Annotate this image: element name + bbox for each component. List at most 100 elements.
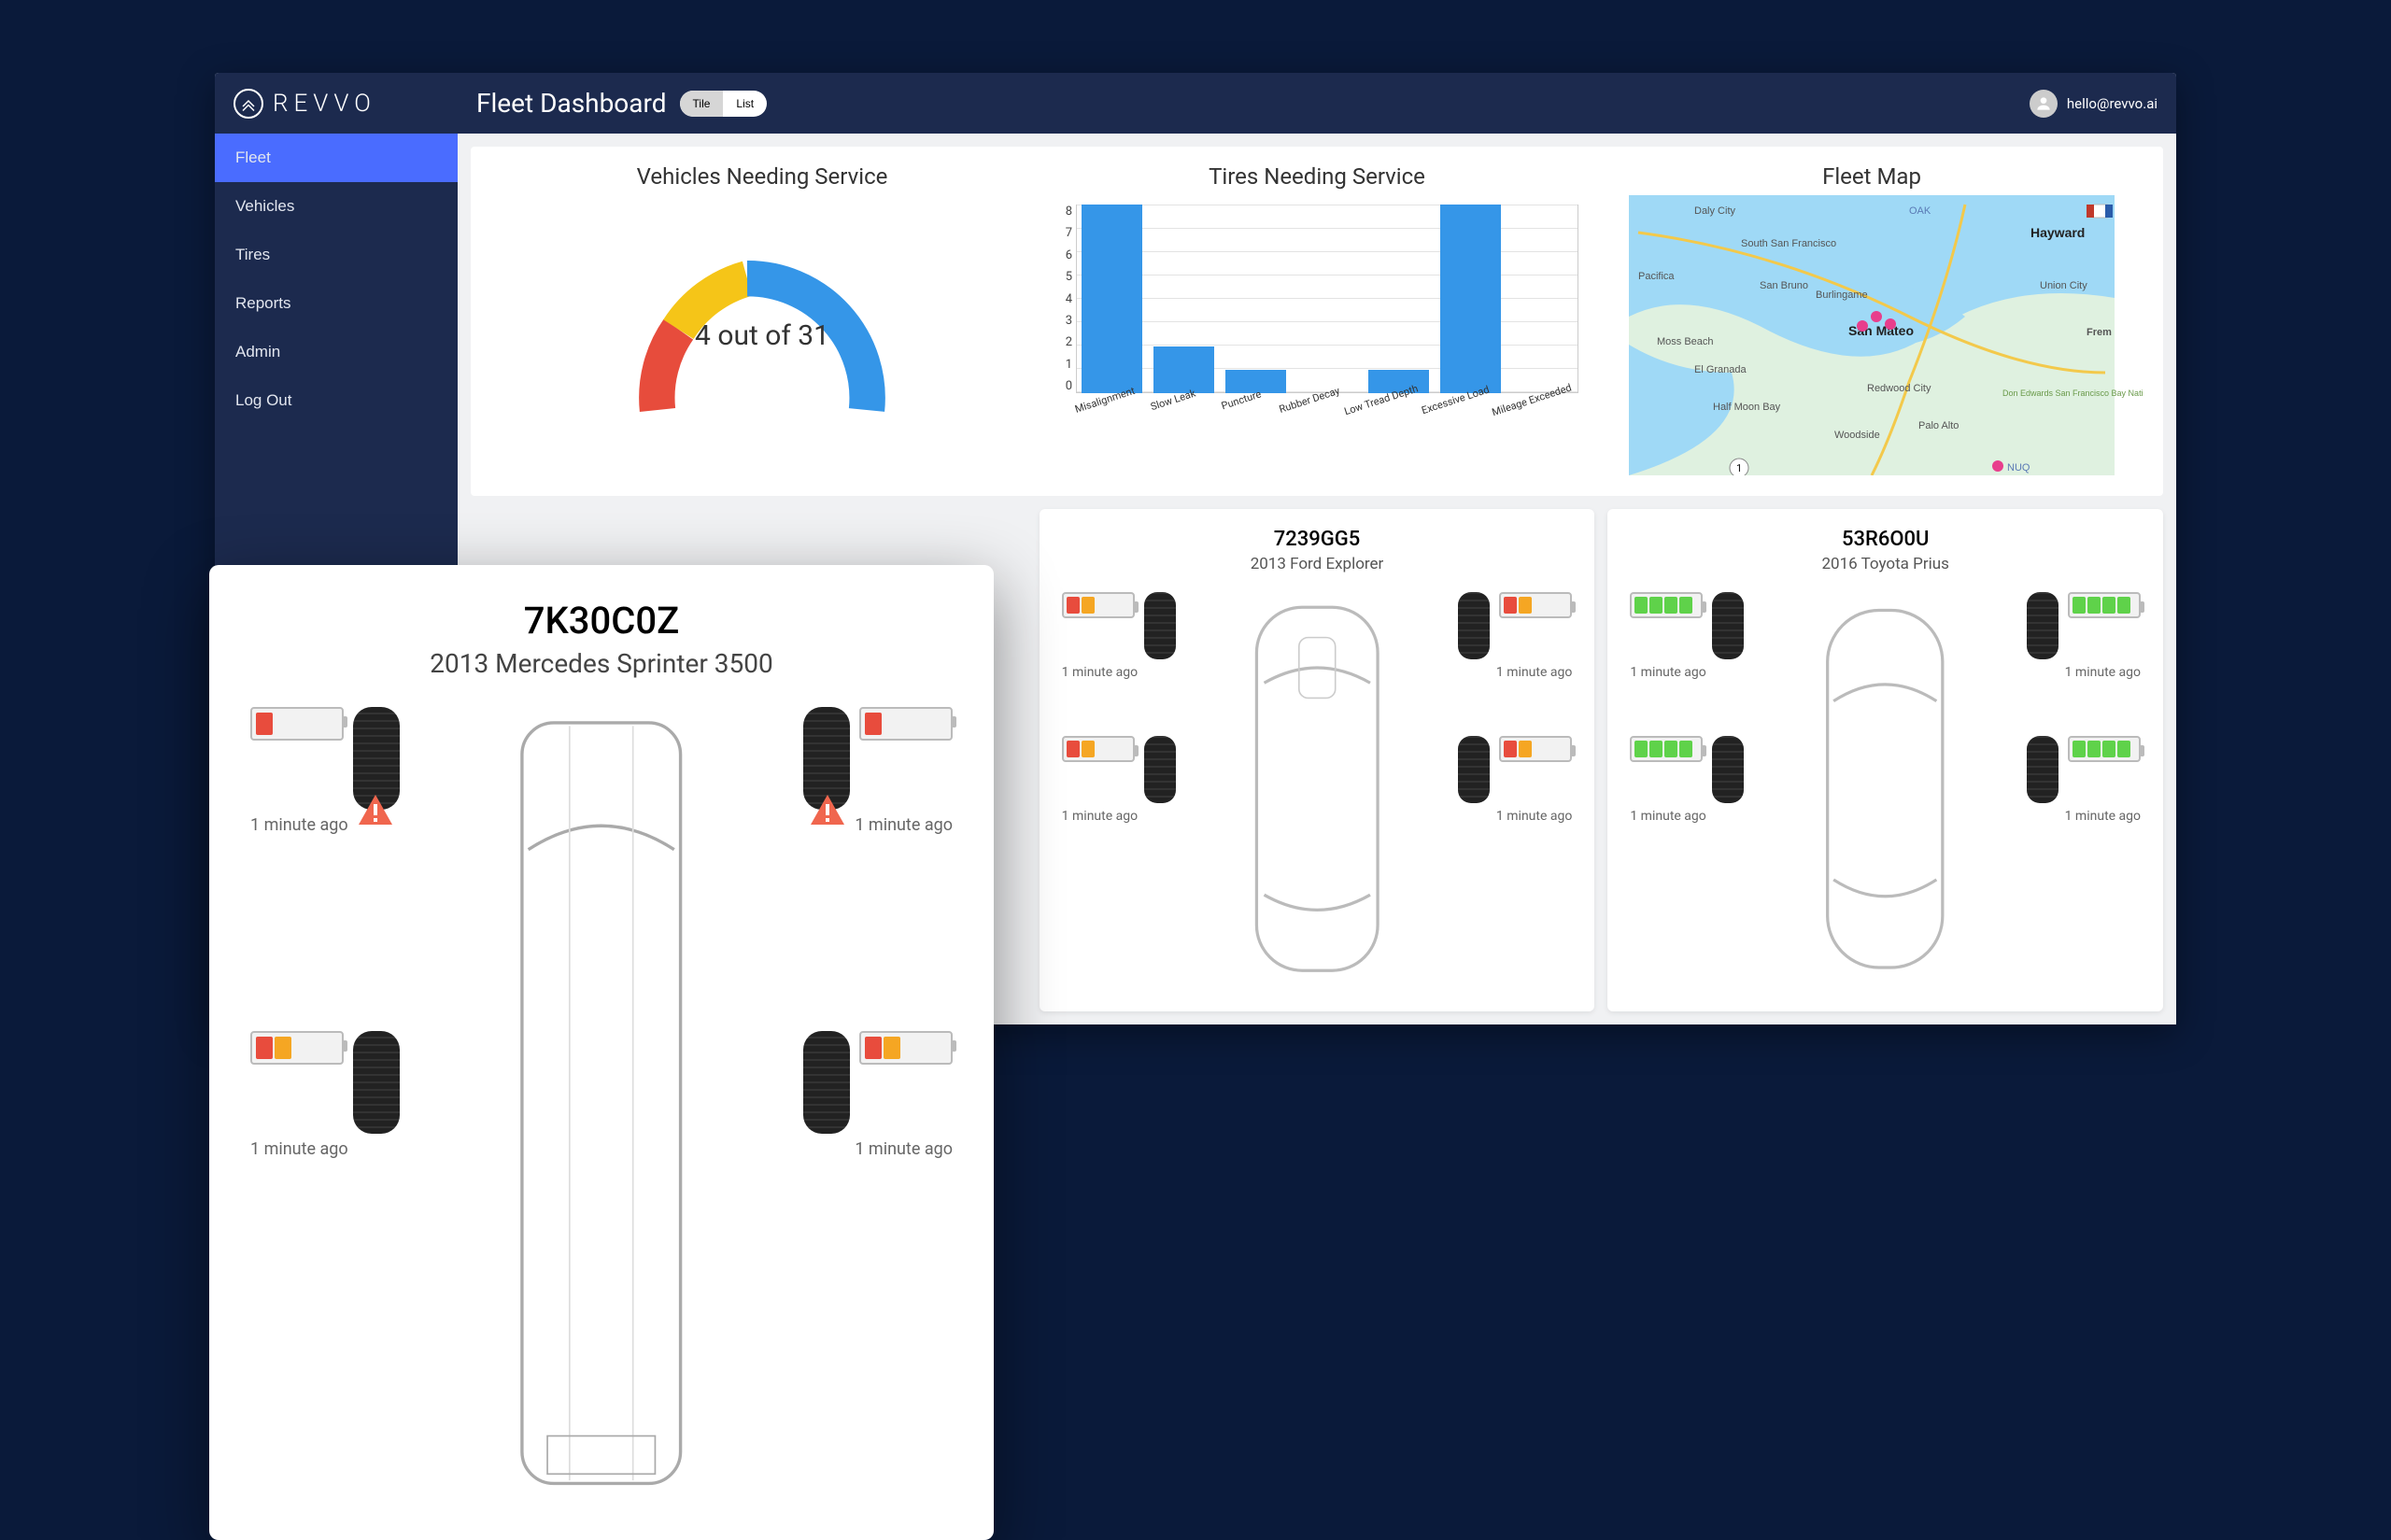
vehicle-name: 2016 Toyota Prius xyxy=(1630,555,2141,573)
svg-text:Palo Alto: Palo Alto xyxy=(1918,420,1959,431)
tire-icon xyxy=(1712,592,1744,659)
sidebar-item-vehicles[interactable]: Vehicles xyxy=(215,182,458,231)
svg-text:Burlingame: Burlingame xyxy=(1816,290,1868,301)
svg-text:Don Edwards San Francisco Bay: Don Edwards San Francisco Bay National W… xyxy=(2002,389,2143,398)
tires-service-card: Tires Needing Service 876543210 Misalign… xyxy=(1046,163,1588,479)
vehicle-outline-icon xyxy=(1794,592,1976,985)
svg-text:Redwood City: Redwood City xyxy=(1867,383,1931,394)
svg-text:South San Francisco: South San Francisco xyxy=(1741,238,1836,249)
tire-timestamp: 1 minute ago xyxy=(1496,809,1572,824)
tire-icon xyxy=(1712,736,1744,803)
warning-icon xyxy=(809,793,846,827)
tire-icon xyxy=(1458,736,1490,803)
brand-logo: REVVO xyxy=(233,89,476,119)
featured-vehicle-name: 2013 Mercedes Sprinter 3500 xyxy=(250,648,953,679)
tire-rear-right: 1 minute ago xyxy=(1989,736,2141,824)
sidebar-item-tires[interactable]: Tires xyxy=(215,231,458,279)
gauge-value: 4 out of 31 xyxy=(695,319,829,352)
tire-timestamp: 1 minute ago xyxy=(2065,665,2141,680)
fleet-map-card: Fleet Map Daly City South San Francisco xyxy=(1601,163,2143,479)
tire-front-right: 1 minute ago xyxy=(1421,592,1572,680)
svg-text:Frem: Frem xyxy=(2087,327,2112,338)
tire-timestamp: 1 minute ago xyxy=(1630,809,1705,824)
svg-text:San Bruno: San Bruno xyxy=(1760,280,1808,291)
tire-front-right: 1 minute ago xyxy=(742,707,953,835)
svg-text:Hayward: Hayward xyxy=(2030,225,2085,240)
tire-icon xyxy=(2027,592,2059,659)
svg-text:NUQ: NUQ xyxy=(2007,462,2030,473)
avatar-icon xyxy=(2030,90,2058,118)
svg-text:OAK: OAK xyxy=(1909,205,1931,217)
featured-vehicle-plate: 7K30C0Z xyxy=(250,599,953,643)
fleet-map-title: Fleet Map xyxy=(1601,163,2143,190)
tire-timestamp: 1 minute ago xyxy=(1062,665,1138,680)
tires-bar-chart: 876543210 MisalignmentSlow LeakPunctureR… xyxy=(1046,195,1588,438)
tire-front-right: 1 minute ago xyxy=(1989,592,2141,680)
svg-text:El Granada: El Granada xyxy=(1694,364,1747,375)
battery-icon xyxy=(1499,736,1572,762)
battery-icon xyxy=(859,1031,953,1065)
tire-timestamp: 1 minute ago xyxy=(250,815,348,835)
tire-icon xyxy=(353,1031,400,1134)
tire-rear-left: 1 minute ago xyxy=(1062,736,1213,824)
view-tile-button[interactable]: Tile xyxy=(680,91,724,117)
user-menu[interactable]: hello@revvo.ai xyxy=(2030,90,2158,118)
sidebar-item-admin[interactable]: Admin xyxy=(215,328,458,376)
svg-text:Union City: Union City xyxy=(2040,280,2087,291)
view-toggle: Tile List xyxy=(680,91,768,117)
sidebar-item-reports[interactable]: Reports xyxy=(215,279,458,328)
brand-name: REVVO xyxy=(273,90,376,118)
tire-front-left: 1 minute ago xyxy=(1062,592,1213,680)
battery-icon xyxy=(1630,592,1703,618)
vehicle-outline-icon xyxy=(474,707,729,1499)
vehicle-plate: 53R6O0U xyxy=(1630,528,2141,551)
battery-icon xyxy=(250,707,344,741)
featured-vehicle-card[interactable]: 7K30C0Z 2013 Mercedes Sprinter 3500 1 mi… xyxy=(209,565,994,1540)
tire-front-left: 1 minute ago xyxy=(1630,592,1781,680)
topbar: REVVO Fleet Dashboard Tile List hello@re… xyxy=(215,73,2176,134)
fleet-map[interactable]: Daly City South San Francisco Pacifica S… xyxy=(1601,195,2143,475)
battery-icon xyxy=(2068,592,2141,618)
tire-timestamp: 1 minute ago xyxy=(250,1139,348,1159)
summary-cards: Vehicles Needing Service 4 out of 31 Tir… xyxy=(471,147,2163,496)
tire-icon xyxy=(2027,736,2059,803)
tire-timestamp: 1 minute ago xyxy=(855,815,953,835)
view-list-button[interactable]: List xyxy=(723,91,767,117)
tire-rear-right: 1 minute ago xyxy=(1421,736,1572,824)
tire-timestamp: 1 minute ago xyxy=(1062,809,1138,824)
svg-text:Woodside: Woodside xyxy=(1834,430,1880,441)
warning-icon xyxy=(357,793,394,827)
tire-icon xyxy=(1144,736,1176,803)
svg-text:Half Moon Bay: Half Moon Bay xyxy=(1713,402,1781,413)
battery-icon xyxy=(1630,736,1703,762)
svg-text:Daly City: Daly City xyxy=(1694,205,1736,217)
vehicle-plate: 7239GG5 xyxy=(1062,528,1573,551)
battery-icon xyxy=(250,1031,344,1065)
svg-text:Pacifica: Pacifica xyxy=(1638,271,1675,282)
sidebar-item-logout[interactable]: Log Out xyxy=(215,376,458,425)
tire-icon xyxy=(1458,592,1490,659)
battery-icon xyxy=(1499,592,1572,618)
tire-timestamp: 1 minute ago xyxy=(855,1139,953,1159)
battery-icon xyxy=(1062,592,1135,618)
svg-text:1: 1 xyxy=(1736,462,1742,474)
user-email: hello@revvo.ai xyxy=(2067,95,2158,112)
page-title: Fleet Dashboard xyxy=(476,88,667,119)
vehicle-name: 2013 Ford Explorer xyxy=(1062,555,1573,573)
vehicle-card[interactable]: 7239GG5 2013 Ford Explorer 1 minute ago … xyxy=(1040,509,1595,1011)
tire-timestamp: 1 minute ago xyxy=(1630,665,1705,680)
vehicles-service-title: Vehicles Needing Service xyxy=(491,163,1033,190)
battery-icon xyxy=(2068,736,2141,762)
tire-timestamp: 1 minute ago xyxy=(1496,665,1572,680)
tire-rear-right: 1 minute ago xyxy=(742,1031,953,1159)
sidebar-item-fleet[interactable]: Fleet xyxy=(215,134,458,182)
vehicle-card[interactable]: 53R6O0U 2016 Toyota Prius 1 minute ago 1… xyxy=(1607,509,2163,1011)
battery-icon xyxy=(1062,736,1135,762)
svg-text:Moss Beach: Moss Beach xyxy=(1657,336,1714,347)
tire-rear-left: 1 minute ago xyxy=(250,1031,461,1159)
brand-logo-icon xyxy=(233,89,263,119)
vehicles-service-card: Vehicles Needing Service 4 out of 31 xyxy=(491,163,1033,479)
battery-icon xyxy=(859,707,953,741)
tires-service-title: Tires Needing Service xyxy=(1046,163,1588,190)
vehicle-outline-icon xyxy=(1226,592,1408,985)
